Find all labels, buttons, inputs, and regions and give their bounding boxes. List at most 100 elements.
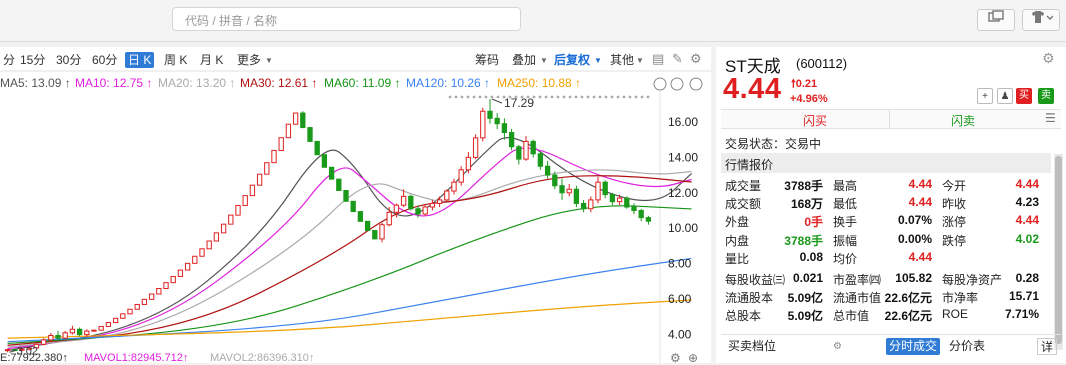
ma-line-ma120 [7,257,692,343]
quote-label: 最低 [833,197,858,212]
mavol2-value: MAVOL2:86396.310↑ [210,352,315,364]
candle [271,149,277,164]
ma-legend: MA5: 13.09 ↑ MA10: 12.75 ↑ MA20: 13.20 ↑ MA… [0,74,711,92]
candle [458,166,464,186]
period-1min[interactable]: 分 [0,52,18,68]
quote-value: 0.07% [897,213,932,228]
quote-value: 0.021 [792,271,823,285]
period-60min[interactable]: 60分 [89,52,120,68]
y-tick-label: 6.00 [668,292,692,306]
candle [213,232,220,242]
scrollbar-thumb[interactable] [1055,156,1062,344]
quote-label: 成交量 [725,179,762,193]
quote-label: 振幅 [833,233,858,248]
quote-value: 5.09亿 [787,309,823,324]
trade-status: 交易状态：交易中 [725,137,822,151]
kline-chart[interactable]: 16.0014.0012.0010.008.006.004.00 17.293.… [0,47,711,363]
quick-buy-button[interactable]: 闪买 [803,112,827,129]
candle [278,137,284,151]
other-button[interactable]: 其他 [610,52,634,68]
candle [220,223,227,234]
candle [537,152,544,170]
detail-button[interactable]: 详 [1037,338,1058,355]
quote-label: 市盈率㈣ [833,273,882,287]
chevron-down-icon: ▼ [636,56,644,65]
candle [336,178,342,191]
quote-value: 4.44 [1015,213,1039,228]
quote-label: 每股收益㈢ [725,273,786,287]
y-tick-label: 4.00 [668,328,692,342]
candle [566,183,572,197]
candle [328,166,335,180]
scrollbar[interactable] [1054,154,1063,350]
tab-price-table[interactable]: 分价表 [946,338,988,355]
quick-trade-bar: 闪买 闪卖 ☰ [721,109,1061,129]
period-15min[interactable]: 15分 [17,52,48,68]
candle [249,184,256,197]
ma-legend-item: MA10: 12.75 ↑ [75,76,153,90]
candle [357,211,364,222]
quote-value: 4.23 [1015,195,1039,210]
draw-icon[interactable]: ✎ [672,51,683,67]
quote-value: 7.71% [1004,307,1039,322]
candle [602,180,608,199]
candle [105,322,112,327]
candle [228,214,234,225]
candle [148,293,155,300]
candle [480,107,486,142]
candle [472,134,479,160]
quote-label: 换手 [833,215,858,230]
chevron-down-icon: ▼ [540,56,548,65]
period-monthly[interactable]: 月 K [197,52,226,68]
candle [631,203,637,215]
candle [559,178,565,200]
window-icon[interactable] [977,9,1015,31]
add-watchlist-icon[interactable]: + [977,88,993,104]
settings-icon[interactable]: ⚙ [1042,50,1055,67]
price-change-pct: +4.96% [790,93,828,105]
layout-icon[interactable]: ▤ [652,51,664,67]
sell-icon[interactable]: 卖 [1038,88,1054,104]
candle [580,199,587,213]
tab-order-book[interactable]: 买卖档位 [725,338,779,355]
candle [379,222,385,243]
candle [624,196,630,209]
adjust-button[interactable]: 后复权 [554,52,590,68]
search-input[interactable]: 代码 / 拼音 / 名称 [172,7,521,31]
period-more[interactable]: 更多 [234,52,264,68]
candle [206,240,212,250]
candle [364,220,371,232]
ma-legend-item: MA5: 13.09 ↑ [0,76,71,90]
period-daily[interactable]: 日 K [125,52,155,68]
candle [343,189,349,202]
quote-label: 跌停 [942,233,967,248]
overlay-button[interactable]: 叠加 [512,52,536,68]
period-weekly[interactable]: 周 K [161,52,190,68]
period-30min[interactable]: 30分 [53,52,84,68]
quote-value: 4.44 [908,249,932,264]
quote-value: 168万 [790,197,823,212]
menu-icon[interactable]: ☰ [1045,111,1056,125]
volume-legend: E:77922.380↑ MAVOL1:82945.712↑ MAVOL2:86… [0,351,711,365]
buy-icon[interactable]: 买 [1016,88,1032,104]
settings-icon[interactable]: ⚙ [690,51,702,67]
candle [314,140,320,156]
volume-value: E:77922.380↑ [0,352,68,364]
quote-label: 总股本 [725,309,762,324]
quote-label: 流通市值 [833,291,882,306]
candle [62,331,68,340]
alert-icon[interactable]: ♟ [997,88,1013,104]
candle [422,205,428,216]
candle [444,189,450,202]
ma-line-ma20 [7,169,692,348]
candle [40,338,47,346]
candle [508,128,515,151]
candle [177,269,184,277]
skin-icon[interactable] [1022,9,1060,31]
quote-label: 最高 [833,179,858,193]
settings-icon[interactable]: ⚙ [833,341,842,352]
tab-ticks[interactable]: 分时成交 [886,338,941,355]
y-tick-label: 14.00 [668,150,698,164]
quick-sell-button[interactable]: 闪卖 [951,112,975,129]
chip-button[interactable]: 筹码 [475,52,499,68]
